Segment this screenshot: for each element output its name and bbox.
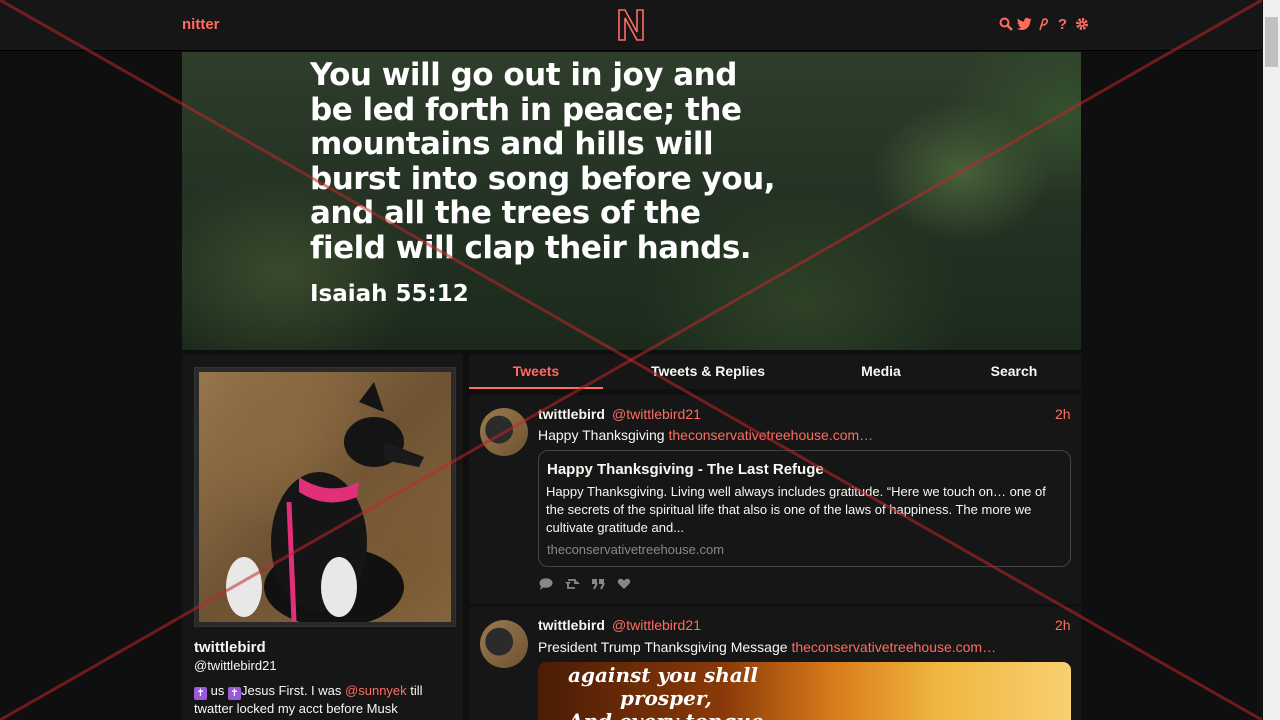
tweet-stats (538, 578, 632, 593)
tweet-content: President Trump Thanksgiving Message the… (538, 639, 996, 655)
timeline-tabs: Tweets Tweets & Replies Media Search (469, 354, 1081, 389)
bio-text: till (410, 683, 423, 698)
search-icon[interactable] (998, 14, 1013, 34)
banner-line: and all the trees of the (310, 195, 701, 231)
bio-text: us (210, 683, 225, 698)
profile-avatar[interactable] (194, 367, 456, 627)
help-icon[interactable]: ? (1055, 14, 1070, 34)
profile-banner[interactable]: You will go out in joy and be led forth … (182, 52, 1081, 350)
tweet-username[interactable]: @twittlebird21 (612, 617, 701, 633)
card-title[interactable]: Happy Thanksgiving - The Last Refuge (547, 461, 824, 478)
tab-media[interactable]: Media (839, 354, 923, 389)
banner-verse: You will go out in joy and be led forth … (310, 58, 830, 265)
tweet-date[interactable]: 2h (1055, 617, 1071, 633)
tweet-divider (469, 604, 1081, 607)
banner-citation: Isaiah 55:12 (310, 281, 469, 307)
tab-search[interactable]: Search (973, 354, 1055, 389)
tab-tweets-replies[interactable]: Tweets & Replies (633, 354, 783, 389)
bio-mention-link[interactable]: @sunnyek (345, 683, 407, 698)
media-caption: against you shall prosper, And every ton… (568, 664, 764, 720)
profile-fullname[interactable]: twittlebird (194, 639, 266, 656)
brand-link[interactable]: nitter (182, 16, 220, 33)
tweet-avatar[interactable] (480, 408, 528, 456)
top-navbar: nitter ? (0, 0, 1262, 51)
tweet-username[interactable]: @twittlebird21 (612, 406, 701, 422)
cross-emoji-icon: ✝ (227, 687, 241, 700)
profile-bio: ✝ us ✝ Jesus First. I was @sunnyek till t… (194, 682, 456, 717)
tweet-fullname[interactable]: twittlebird (538, 406, 605, 422)
avatar-photo (199, 372, 451, 627)
media-line: prosper, (620, 686, 712, 710)
like-icon[interactable] (616, 578, 632, 593)
profile-username[interactable]: @twittlebird21 (194, 658, 277, 673)
page-scrollbar[interactable] (1263, 0, 1280, 720)
media-line: against you shall (568, 663, 758, 687)
retweet-icon[interactable] (564, 578, 580, 593)
banner-line: field will clap their hands. (310, 229, 752, 266)
tweet-media-image[interactable]: against you shall prosper, And every ton… (538, 662, 1071, 720)
card-destination: theconservativetreehouse.com (547, 542, 725, 557)
rss-icon[interactable] (1036, 14, 1051, 34)
bio-text: twatter locked my acct before Musk (194, 701, 398, 716)
banner-line: burst into song before you, (310, 160, 775, 197)
tweet-avatar[interactable] (480, 620, 528, 668)
tweet-content: Happy Thanksgiving theconservativetreeho… (538, 427, 873, 443)
twitter-icon[interactable] (1017, 14, 1032, 34)
tweet-link[interactable]: theconservativetreehouse.com… (791, 639, 996, 655)
tweet-fullname[interactable]: twittlebird (538, 617, 605, 633)
reply-icon[interactable] (538, 578, 554, 593)
nitter-logo[interactable] (617, 8, 645, 47)
card-description: Happy Thanksgiving. Living well always i… (546, 484, 1046, 535)
quote-icon[interactable] (590, 578, 606, 593)
banner-line: mountains and hills will (310, 126, 714, 162)
banner-line: be led forth in peace; the (310, 91, 742, 128)
settings-icon[interactable] (1074, 14, 1089, 34)
tweet-date[interactable]: 2h (1055, 406, 1071, 422)
tweet-link[interactable]: theconservativetreehouse.com… (669, 427, 874, 443)
bio-text: Jesus First. I was (240, 683, 342, 698)
link-card[interactable]: Happy Thanksgiving - The Last Refuge Hap… (538, 450, 1071, 567)
tab-tweets[interactable]: Tweets (469, 354, 603, 389)
tweet-text: President Trump Thanksgiving Message (538, 639, 788, 655)
cross-emoji-icon: ✝ (194, 687, 207, 700)
banner-line: You will go out in joy and (310, 57, 737, 93)
tweet-text: Happy Thanksgiving (538, 427, 665, 443)
scrollbar-thumb[interactable] (1265, 17, 1278, 67)
media-line: And every tongue (568, 709, 764, 720)
